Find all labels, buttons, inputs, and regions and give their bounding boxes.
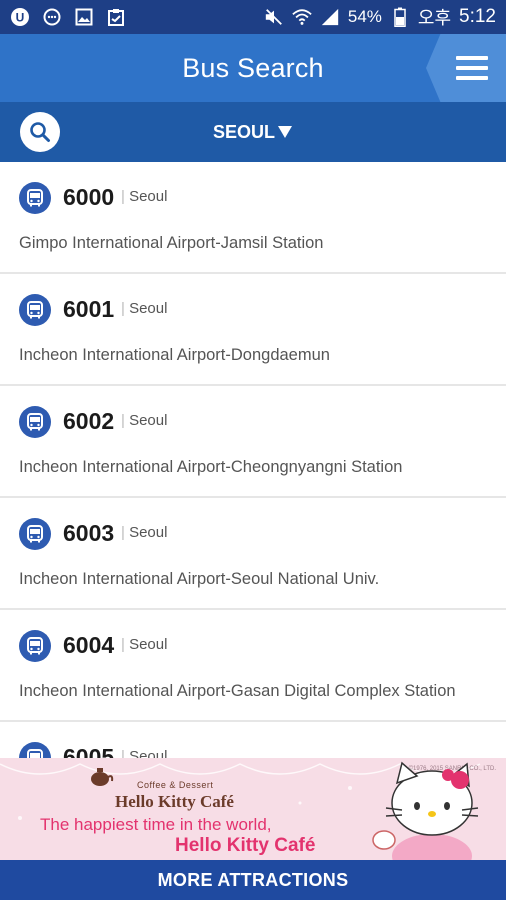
hello-kitty-icon: [372, 761, 479, 860]
bus-icon: [19, 742, 51, 758]
teapot-icon: [91, 768, 114, 786]
bus-number: 6000: [63, 184, 115, 210]
wifi-icon: [292, 7, 312, 27]
bus-city: | Seoul: [121, 748, 167, 758]
battery-percent: 54%: [347, 7, 382, 26]
bus-icon: [19, 518, 51, 550]
bus-city: | Seoul: [121, 412, 168, 429]
bus-city: | Seoul: [121, 524, 168, 541]
mute-icon: [264, 7, 284, 27]
bus-city-name: Seoul: [129, 412, 168, 429]
bus-city: | Seoul: [121, 300, 168, 317]
page-title: Bus Search: [182, 52, 324, 83]
bus-number: 6005: [63, 744, 115, 758]
status-bar-system: 54% 오후 5:12: [264, 4, 496, 30]
hamburger-menu-icon: [456, 56, 488, 80]
ad-brand: Hello Kitty Café: [115, 792, 234, 811]
list-item[interactable]: 6005 | Seoul: [0, 722, 506, 758]
ad-subtitle: Coffee & Dessert: [137, 780, 214, 790]
region-filter-bar: SEOUL: [0, 102, 506, 162]
region-label: SEOUL: [212, 121, 275, 142]
chat-icon: [42, 7, 62, 27]
bus-icon: [19, 182, 51, 214]
bus-route: Incheon International Airport-Gasan Digi…: [19, 682, 456, 700]
bus-city: | Seoul: [121, 636, 168, 653]
bus-city-name: Seoul: [129, 748, 168, 758]
svg-text:U: U: [16, 11, 25, 25]
bus-city-name: Seoul: [129, 636, 168, 653]
bus-city-name: Seoul: [129, 300, 168, 317]
battery-icon: [390, 7, 410, 27]
bus-icon: [19, 406, 51, 438]
list-item[interactable]: 6002 | Seoul Incheon International Airpo…: [0, 386, 506, 498]
bus-icon: [19, 294, 51, 326]
clock: 5:12: [459, 6, 496, 27]
more-attractions-button[interactable]: MORE ATTRACTIONS: [0, 860, 506, 900]
status-bar-notifications: U: [10, 7, 126, 27]
gallery-icon: [74, 7, 94, 27]
bus-route: Gimpo International Airport-Jamsil Stati…: [19, 234, 324, 252]
triangle-down-icon: [278, 126, 292, 138]
bus-route: Incheon International Airport-Dongdaemun: [19, 346, 330, 364]
signal-icon: [320, 7, 340, 27]
search-button[interactable]: [20, 112, 60, 152]
bus-number: 6004: [63, 632, 115, 658]
list-item[interactable]: 6004 | Seoul Incheon International Airpo…: [0, 610, 506, 722]
list-item[interactable]: 6000 | Seoul Gimpo International Airport…: [0, 162, 506, 274]
clipboard-icon: [106, 7, 126, 27]
time-ampm: 오후: [417, 8, 452, 28]
ad-tagline-brand: Hello Kitty Café: [175, 835, 316, 856]
status-bar: U 54% 오후 5:12: [0, 0, 506, 34]
bus-route: Incheon International Airport-Seoul Nati…: [19, 570, 380, 588]
bus-city-name: Seoul: [129, 524, 168, 541]
bus-number: 6001: [63, 296, 115, 322]
bus-list: 6000 | Seoul Gimpo International Airport…: [0, 162, 506, 758]
bus-city: | Seoul: [121, 188, 168, 205]
bus-number: 6002: [63, 408, 115, 434]
bus-icon: [19, 630, 51, 662]
list-item[interactable]: 6001 | Seoul Incheon International Airpo…: [0, 274, 506, 386]
search-icon: [30, 122, 50, 142]
bus-route: Incheon International Airport-Cheongnyan…: [19, 458, 403, 476]
u-plus-icon: U: [10, 7, 30, 27]
list-item[interactable]: 6003 | Seoul Incheon International Airpo…: [0, 498, 506, 610]
bus-number: 6003: [63, 520, 115, 546]
region-dropdown[interactable]: SEOUL: [213, 122, 293, 143]
bus-city-name: Seoul: [129, 188, 168, 205]
ad-banner[interactable]: Coffee & Dessert Hello Kitty Café The ha…: [0, 758, 506, 860]
ad-tagline: The happiest time in the world,: [40, 815, 272, 834]
menu-button[interactable]: [426, 34, 506, 102]
